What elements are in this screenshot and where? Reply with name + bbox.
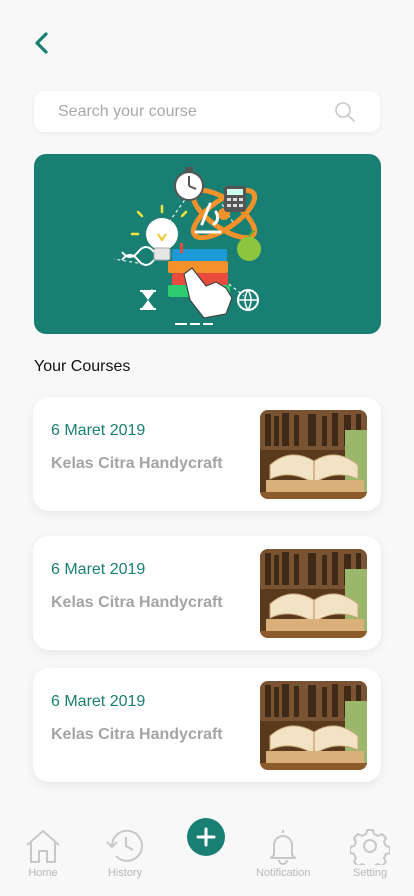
- course-card[interactable]: 6 Maret 2019 Kelas Citra Handycraft: [33, 397, 381, 511]
- search-input[interactable]: [58, 102, 318, 121]
- course-date: 6 Maret 2019: [51, 561, 146, 578]
- nav-notification[interactable]: Notification: [256, 827, 310, 879]
- nav-history[interactable]: History: [104, 827, 146, 879]
- course-card[interactable]: 6 Maret 2019 Kelas Citra Handycraft: [33, 536, 381, 650]
- open-book-image: [260, 681, 367, 770]
- search-icon[interactable]: [334, 101, 356, 123]
- nav-notification-label: Notification: [256, 867, 311, 879]
- open-book-image: [260, 410, 367, 499]
- course-date: 6 Maret 2019: [51, 693, 146, 710]
- nav-history-label: History: [107, 867, 143, 879]
- promo-banner[interactable]: [34, 154, 381, 334]
- open-book-image: [260, 549, 367, 638]
- nav-setting[interactable]: Setting: [350, 827, 390, 879]
- history-icon: [106, 829, 143, 862]
- back-button[interactable]: [28, 28, 54, 58]
- section-title: Your Courses: [34, 358, 131, 375]
- gear-icon: [350, 829, 390, 865]
- chevron-left-icon: [35, 32, 48, 54]
- bottom-nav: Home History Notification Setting: [0, 815, 414, 896]
- plus-icon: [196, 827, 216, 847]
- course-name: Kelas Citra Handycraft: [51, 594, 223, 611]
- nav-setting-label: Setting: [352, 867, 388, 879]
- course-date: 6 Maret 2019: [51, 422, 146, 439]
- bell-icon: [270, 830, 297, 865]
- course-card[interactable]: 6 Maret 2019 Kelas Citra Handycraft: [33, 668, 381, 782]
- course-name: Kelas Citra Handycraft: [51, 455, 223, 472]
- search-bar: [34, 91, 380, 132]
- nav-home-label: Home: [28, 867, 58, 879]
- add-button[interactable]: [187, 818, 225, 856]
- course-name: Kelas Citra Handycraft: [51, 726, 223, 743]
- nav-home[interactable]: Home: [23, 827, 63, 879]
- home-icon: [26, 830, 60, 863]
- education-illustration: [113, 167, 261, 325]
